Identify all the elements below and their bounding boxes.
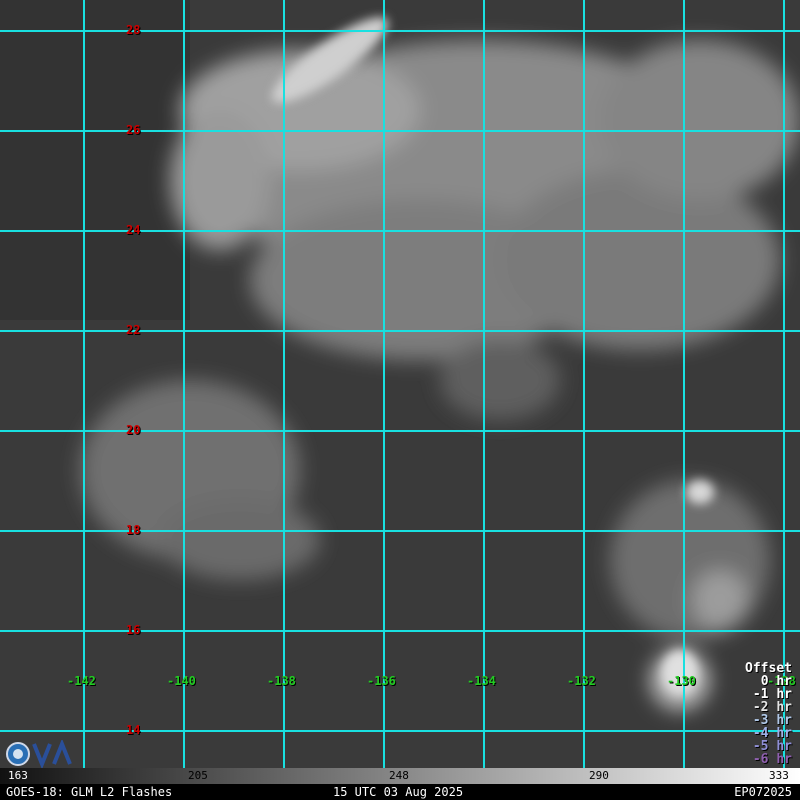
grid-line-lon-136 — [383, 0, 385, 768]
lat-label-26: 26 — [126, 123, 141, 137]
grid-line-lon-138 — [283, 0, 285, 768]
grid-line-lon-134 — [483, 0, 485, 768]
lat-label-14: 14 — [126, 723, 141, 737]
footer-storm-id: EP072025 — [734, 785, 792, 799]
grid-line-lon-142 — [83, 0, 85, 768]
satellite-image-panel: { "grid": { "latitudes": ["28","26","24"… — [0, 0, 800, 800]
lat-label-20: 20 — [126, 423, 141, 437]
offset-legend: Offset 0 hr -1 hr -2 hr -3 hr -4 hr -5 h… — [745, 662, 792, 766]
lon-label-142: -142 — [67, 674, 96, 688]
grid-line-lat-14 — [0, 730, 800, 732]
lat-label-28: 28 — [126, 23, 141, 37]
grid-line-lat-20 — [0, 430, 800, 432]
grid-line-lat-22 — [0, 330, 800, 332]
lon-label-138: -138 — [267, 674, 296, 688]
colorbar-tick: 163 — [8, 769, 28, 782]
grid-line-lat-26 — [0, 130, 800, 132]
grid-line-lat-28 — [0, 30, 800, 32]
footer-timestamp: 15 UTC 03 Aug 2025 — [333, 785, 464, 799]
offset-legend-item: -6 hr — [752, 752, 792, 767]
grid-line-lon-140 — [183, 0, 185, 768]
colorbar-tick: 248 — [389, 769, 409, 782]
lon-label-132: -132 — [567, 674, 596, 688]
lon-label-130: -130 — [667, 674, 696, 688]
grid-line-lat-24 — [0, 230, 800, 232]
footer-product: GOES-18: GLM L2 Flashes — [6, 785, 173, 799]
colorbar-tick: 333 — [769, 769, 789, 782]
colorbar-tick: 290 — [589, 769, 609, 782]
grid-line-lon-128 — [783, 0, 785, 768]
lat-label-18: 18 — [126, 523, 141, 537]
lon-label-134: -134 — [467, 674, 496, 688]
footer-bar: GOES-18: GLM L2 Flashes 15 UTC 03 Aug 20… — [0, 784, 800, 800]
grid-line-lon-130 — [683, 0, 685, 768]
grid-line-lat-18 — [0, 530, 800, 532]
satellite-imagery — [0, 0, 800, 768]
lon-label-140: -140 — [167, 674, 196, 688]
agency-logo — [6, 740, 72, 768]
lat-label-16: 16 — [126, 623, 141, 637]
lat-label-22: 22 — [126, 323, 141, 337]
grid-line-lat-16 — [0, 630, 800, 632]
grid-line-lon-132 — [583, 0, 585, 768]
lon-label-136: -136 — [367, 674, 396, 688]
lat-label-24: 24 — [126, 223, 141, 237]
colorbar-tick: 205 — [188, 769, 208, 782]
